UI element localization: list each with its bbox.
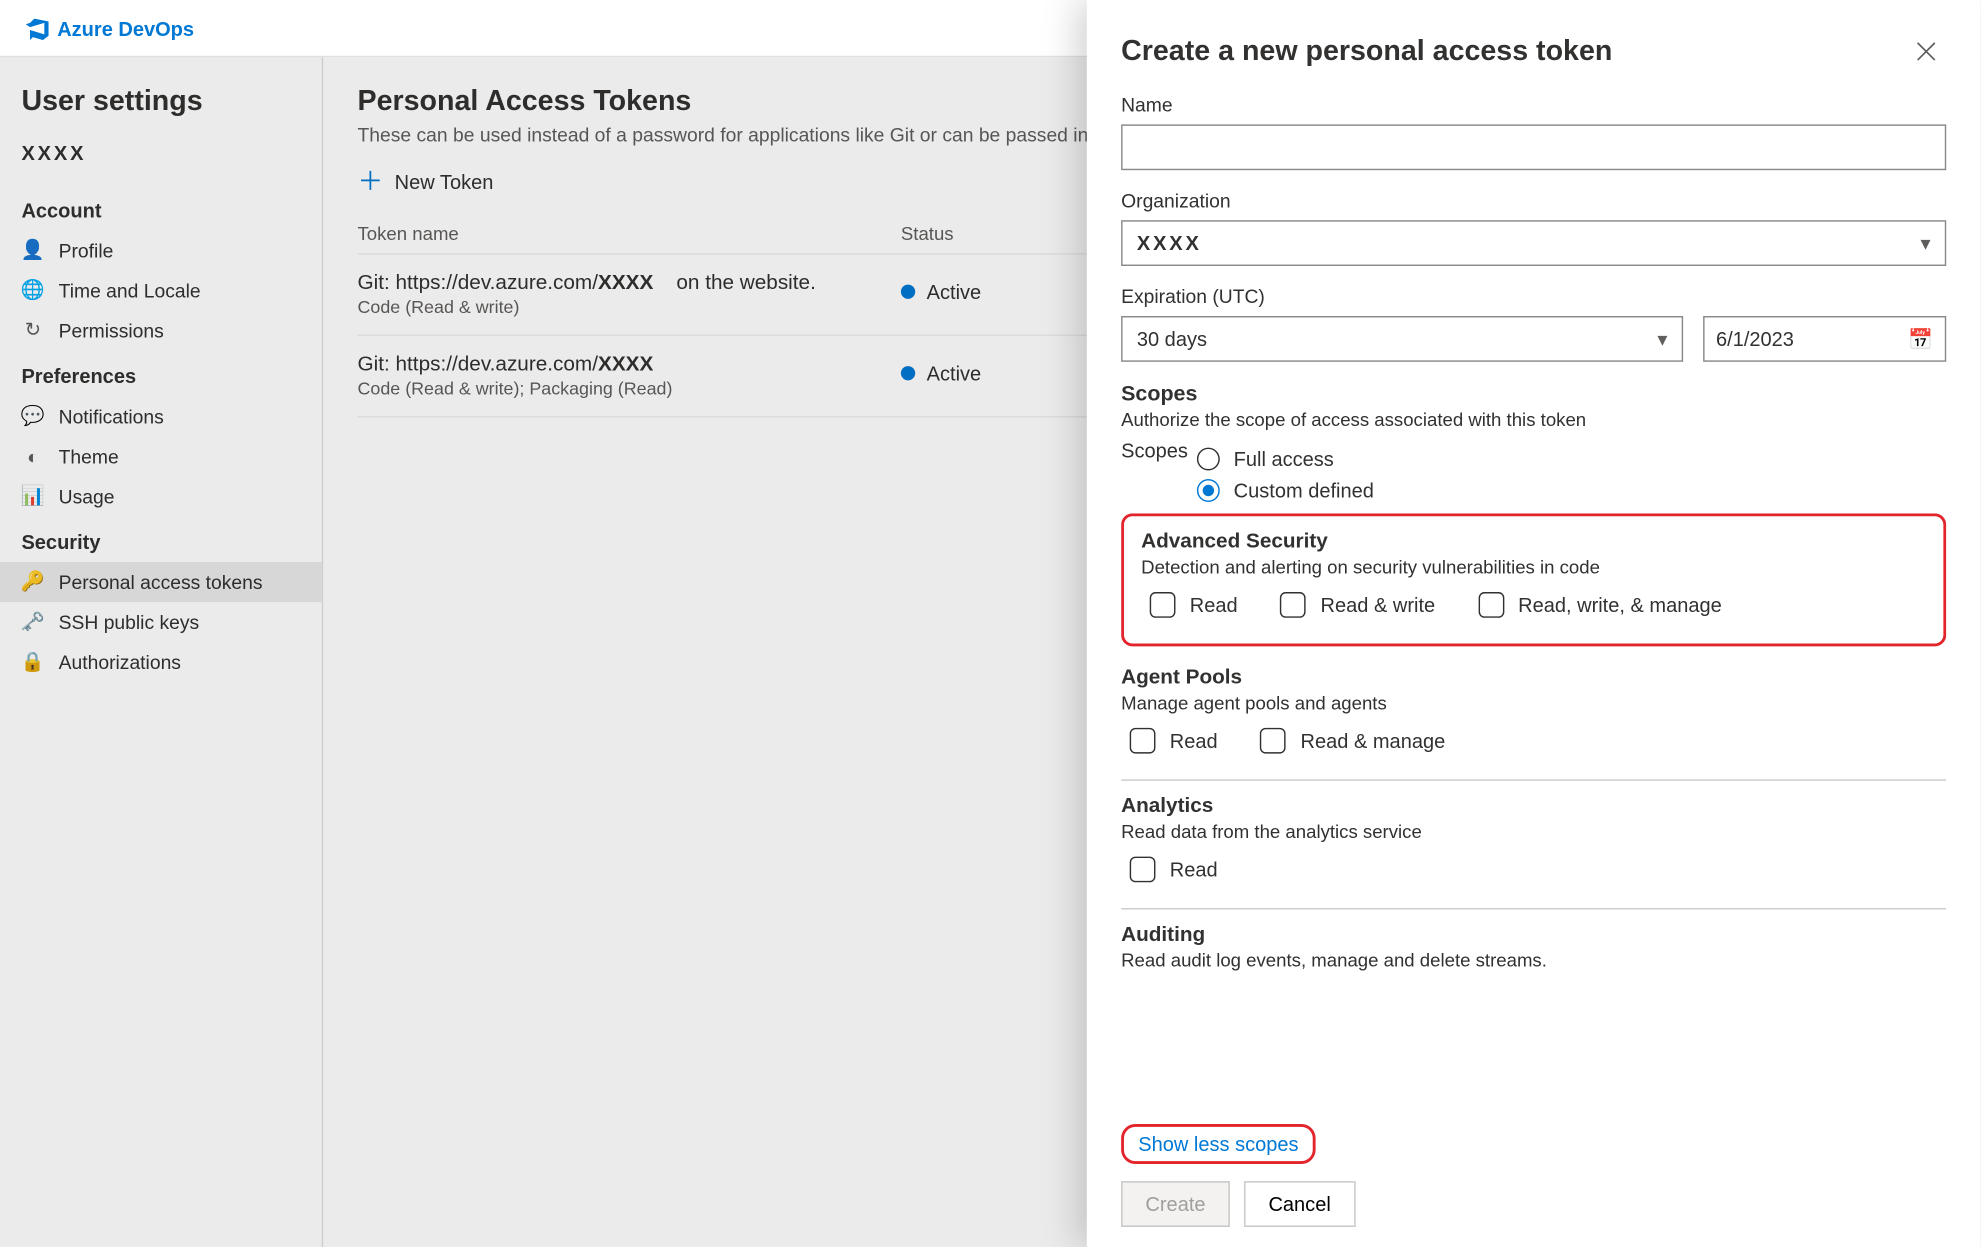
col-status: Status xyxy=(901,223,1073,244)
plus-icon: ＋ xyxy=(358,169,384,195)
sidebar-item-permissions[interactable]: ↻Permissions xyxy=(0,310,322,350)
globe-icon: 🌐 xyxy=(21,279,44,302)
name-input[interactable] xyxy=(1121,124,1946,170)
ssh-key-icon: 🗝️ xyxy=(21,611,44,634)
sidebar-group-account: Account xyxy=(0,184,322,230)
status-dot-icon xyxy=(901,285,915,299)
checkbox-icon xyxy=(1130,728,1156,754)
create-button[interactable]: Create xyxy=(1121,1181,1230,1227)
expiration-select[interactable]: 30 days ▾ xyxy=(1121,316,1683,362)
sidebar-item-notifications[interactable]: 💬Notifications xyxy=(0,396,322,436)
chk-advsec-readwrite[interactable]: Read & write xyxy=(1281,592,1436,618)
close-icon xyxy=(1915,40,1938,63)
calendar-icon: 📅 xyxy=(1908,327,1933,351)
checkbox-icon xyxy=(1261,728,1287,754)
col-token-name: Token name xyxy=(358,223,901,244)
sidebar-item-theme[interactable]: ◐Theme xyxy=(0,436,322,476)
scopes-word: Scopes xyxy=(1121,439,1188,462)
brand-text: Azure DevOps xyxy=(57,16,194,39)
chat-icon: 💬 xyxy=(21,405,44,428)
chk-advsec-read[interactable]: Read xyxy=(1150,592,1238,618)
create-pat-panel: Create a new personal access token Name … xyxy=(1087,0,1981,1247)
theme-icon: ◐ xyxy=(21,445,44,468)
sidebar-item-ssh[interactable]: 🗝️SSH public keys xyxy=(0,602,322,642)
sidebar: User settings XXXX Account 👤Profile 🌐Tim… xyxy=(0,57,322,1247)
radio-full-access[interactable]: Full access xyxy=(1196,448,1373,471)
name-label: Name xyxy=(1121,94,1946,115)
sidebar-item-time-locale[interactable]: 🌐Time and Locale xyxy=(0,270,322,310)
chevron-down-icon: ▾ xyxy=(1657,327,1667,351)
scope-auditing: Auditing Read audit log events, manage a… xyxy=(1121,909,1946,1011)
scope-analytics: Analytics Read data from the analytics s… xyxy=(1121,781,1946,910)
chart-icon: 📊 xyxy=(21,485,44,508)
chk-advsec-manage[interactable]: Read, write, & manage xyxy=(1478,592,1722,618)
brand[interactable]: Azure DevOps xyxy=(26,16,194,39)
chk-analytics-read[interactable]: Read xyxy=(1130,857,1218,883)
chk-agentpools-manage[interactable]: Read & manage xyxy=(1261,728,1446,754)
checkbox-icon xyxy=(1150,592,1176,618)
radio-selected-icon xyxy=(1196,479,1219,502)
cancel-button[interactable]: Cancel xyxy=(1244,1181,1355,1227)
lock-icon: 🔒 xyxy=(21,651,44,674)
checkbox-icon xyxy=(1130,857,1156,883)
checkbox-icon xyxy=(1478,592,1504,618)
sidebar-item-authorizations[interactable]: 🔒Authorizations xyxy=(0,642,322,682)
scopes-title: Scopes xyxy=(1121,382,1946,406)
sidebar-user[interactable]: XXXX xyxy=(0,133,322,184)
organization-label: Organization xyxy=(1121,190,1946,211)
sidebar-group-preferences: Preferences xyxy=(0,350,322,396)
radio-custom-defined[interactable]: Custom defined xyxy=(1196,479,1373,502)
scope-advanced-security: Advanced Security Detection and alerting… xyxy=(1121,513,1946,646)
key-icon: 🔑 xyxy=(21,571,44,594)
expiration-label: Expiration (UTC) xyxy=(1121,286,1946,307)
sidebar-item-pat[interactable]: 🔑Personal access tokens xyxy=(0,562,322,602)
expiration-date-input[interactable]: 6/1/2023 📅 xyxy=(1703,316,1946,362)
refresh-icon: ↻ xyxy=(21,319,44,342)
organization-select[interactable]: XXXX ▾ xyxy=(1121,220,1946,266)
sidebar-item-profile[interactable]: 👤Profile xyxy=(0,230,322,270)
sidebar-group-security: Security xyxy=(0,516,322,562)
chevron-down-icon: ▾ xyxy=(1920,231,1930,255)
sidebar-item-usage[interactable]: 📊Usage xyxy=(0,476,322,516)
chk-agentpools-read[interactable]: Read xyxy=(1130,728,1218,754)
close-button[interactable] xyxy=(1906,31,1946,71)
checkbox-icon xyxy=(1281,592,1307,618)
show-less-scopes-link[interactable]: Show less scopes xyxy=(1138,1133,1298,1156)
status-dot-icon xyxy=(901,366,915,380)
sidebar-title: User settings xyxy=(0,86,322,133)
scope-agent-pools: Agent Pools Manage agent pools and agent… xyxy=(1121,652,1946,781)
radio-icon xyxy=(1196,448,1219,471)
new-token-button[interactable]: ＋ New Token xyxy=(358,169,494,195)
panel-title: Create a new personal access token xyxy=(1121,35,1612,68)
scopes-desc: Authorize the scope of access associated… xyxy=(1121,409,1946,430)
person-card-icon: 👤 xyxy=(21,239,44,262)
azure-devops-logo-icon xyxy=(26,16,49,39)
